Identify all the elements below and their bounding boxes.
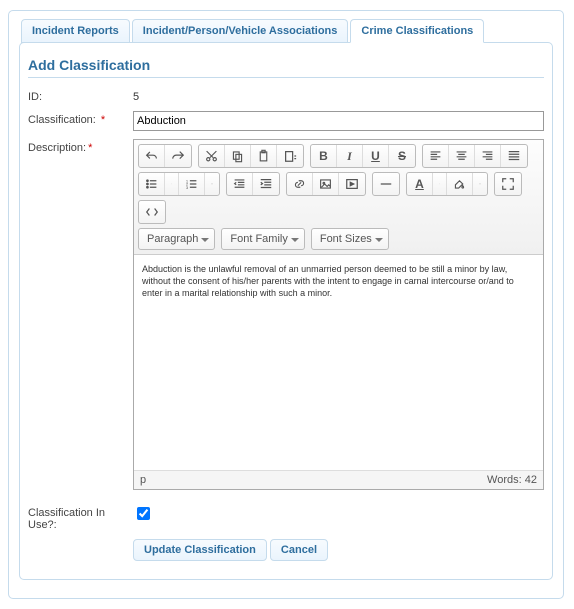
align-left-icon (429, 149, 442, 163)
paste-button[interactable] (251, 145, 277, 167)
copy-icon (231, 149, 244, 163)
number-list-menu-button[interactable] (205, 173, 219, 195)
label-in-use: Classification In Use?: (28, 504, 133, 531)
link-icon (293, 177, 306, 191)
tab-associations[interactable]: Incident/Person/Vehicle Associations (132, 19, 349, 43)
font-family-select[interactable]: Font Family (221, 228, 304, 250)
bullet-list-icon (145, 177, 158, 191)
editor-content[interactable]: Abduction is the unlawful removal of an … (134, 255, 543, 470)
redo-button[interactable] (165, 145, 191, 167)
strikethrough-button[interactable]: S (389, 145, 415, 167)
code-icon (145, 205, 159, 219)
in-use-checkbox[interactable] (137, 507, 150, 520)
label-description: Description:* (28, 139, 133, 154)
align-right-icon (481, 149, 494, 163)
align-center-button[interactable] (449, 145, 475, 167)
underline-button[interactable]: U (363, 145, 389, 167)
code-button[interactable] (139, 201, 165, 223)
chevron-down-icon (171, 177, 172, 191)
align-center-icon (455, 149, 468, 163)
bg-color-icon (453, 177, 466, 191)
paste-text-icon (283, 149, 297, 163)
format-select[interactable]: Paragraph (138, 228, 215, 250)
outdent-button[interactable] (227, 173, 253, 195)
indent-button[interactable] (253, 173, 279, 195)
strike-icon: S (398, 149, 406, 163)
value-id: 5 (133, 88, 544, 103)
indent-icon (259, 177, 273, 191)
chevron-down-icon (479, 177, 481, 191)
image-button[interactable] (313, 173, 339, 195)
undo-button[interactable] (139, 145, 165, 167)
rich-text-editor: B I U S (133, 139, 544, 490)
undo-icon (145, 149, 158, 163)
number-list-icon: 123 (185, 177, 198, 191)
cut-button[interactable] (199, 145, 225, 167)
media-button[interactable] (339, 173, 365, 195)
panel-crime-classifications: Add Classification ID: 5 Classification:… (19, 42, 553, 580)
bold-button[interactable]: B (311, 145, 337, 167)
bullet-list-button[interactable] (139, 173, 165, 195)
image-icon (319, 177, 332, 191)
paste-text-button[interactable] (277, 145, 303, 167)
fullscreen-button[interactable] (495, 173, 521, 195)
svg-text:3: 3 (186, 185, 189, 190)
status-words: Words: 42 (487, 474, 537, 486)
outdent-icon (233, 177, 246, 191)
bg-color-button[interactable] (447, 173, 473, 195)
label-id: ID: (28, 88, 133, 103)
cut-icon (205, 149, 218, 163)
hr-icon (379, 177, 393, 191)
bullet-list-menu-button[interactable] (165, 173, 179, 195)
tab-label: Crime Classifications (361, 25, 473, 37)
status-path: p (140, 474, 146, 486)
tab-crime-classifications[interactable]: Crime Classifications (350, 19, 484, 43)
text-color-icon: A (415, 177, 424, 191)
number-list-button[interactable]: 123 (179, 173, 205, 195)
label-classification: Classification: * (28, 111, 133, 126)
text-color-menu-button[interactable] (433, 173, 447, 195)
tab-label: Incident Reports (32, 25, 119, 37)
chevron-down-icon (211, 177, 213, 191)
update-button[interactable]: Update Classification (133, 539, 267, 561)
redo-icon (171, 149, 185, 163)
align-right-button[interactable] (475, 145, 501, 167)
fullscreen-icon (501, 177, 515, 191)
link-button[interactable] (287, 173, 313, 195)
chevron-down-icon (439, 177, 440, 191)
tab-incident-reports[interactable]: Incident Reports (21, 19, 130, 43)
bold-icon: B (319, 149, 328, 163)
italic-button[interactable]: I (337, 145, 363, 167)
align-left-button[interactable] (423, 145, 449, 167)
align-justify-button[interactable] (501, 145, 527, 167)
copy-button[interactable] (225, 145, 251, 167)
cancel-button[interactable]: Cancel (270, 539, 328, 561)
italic-icon: I (347, 149, 352, 164)
classification-input[interactable] (133, 111, 544, 131)
align-justify-icon (507, 149, 521, 163)
tab-label: Incident/Person/Vehicle Associations (143, 25, 338, 37)
text-color-button[interactable]: A (407, 173, 433, 195)
media-icon (345, 177, 359, 191)
paste-icon (257, 149, 270, 163)
underline-icon: U (371, 149, 380, 163)
tab-strip: Incident Reports Incident/Person/Vehicle… (21, 19, 553, 43)
panel-title: Add Classification (28, 57, 544, 78)
bg-color-menu-button[interactable] (473, 173, 487, 195)
font-size-select[interactable]: Font Sizes (311, 228, 389, 250)
hr-button[interactable] (373, 173, 399, 195)
editor-toolbar: B I U S (134, 140, 543, 255)
